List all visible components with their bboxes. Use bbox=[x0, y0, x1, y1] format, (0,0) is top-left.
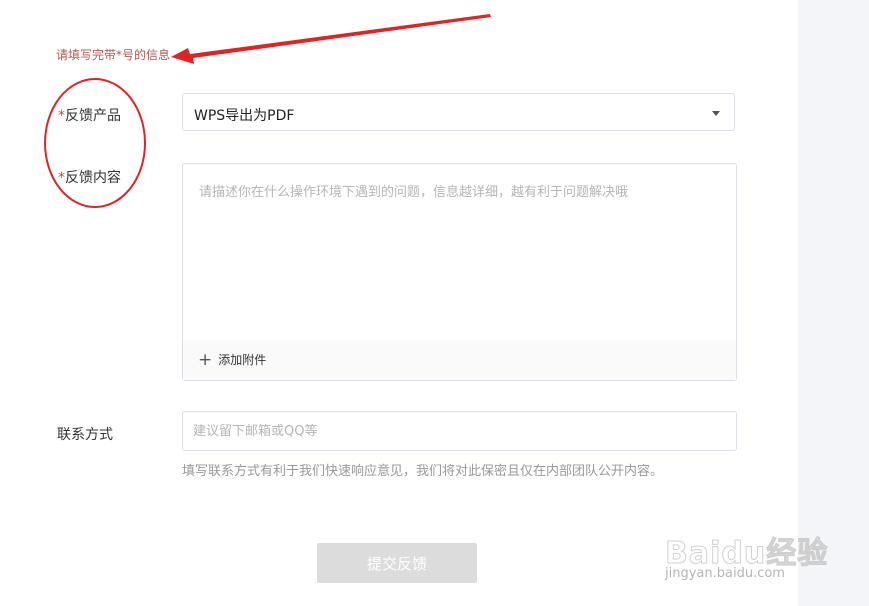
watermark-url: jingyan.baidu.com bbox=[665, 566, 785, 581]
product-select-value: WPS导出为PDF bbox=[194, 108, 295, 124]
content-label-text: 反馈内容 bbox=[65, 170, 121, 186]
submit-feedback-button[interactable]: 提交反馈 bbox=[317, 543, 477, 583]
attachment-bar: + 添加附件 bbox=[183, 340, 736, 380]
contact-input[interactable] bbox=[182, 411, 737, 451]
product-label: *反馈产品 bbox=[58, 105, 121, 125]
red-arrow-annotation bbox=[171, 14, 491, 64]
required-mark: * bbox=[58, 170, 65, 186]
product-select[interactable]: WPS导出为PDF bbox=[182, 93, 735, 131]
plus-icon: + bbox=[198, 349, 213, 370]
feedback-content-textarea[interactable] bbox=[183, 164, 736, 340]
required-mark: * bbox=[58, 108, 65, 124]
product-label-text: 反馈产品 bbox=[65, 108, 121, 124]
add-attachment-label: 添加附件 bbox=[218, 353, 267, 367]
required-hint: 请填写完带*号的信息 bbox=[56, 48, 171, 62]
content-label: *反馈内容 bbox=[58, 167, 121, 187]
right-side-panel bbox=[798, 0, 869, 606]
feedback-content-box: + 添加附件 bbox=[182, 163, 737, 381]
contact-help-text: 填写联系方式有利于我们快速响应意见，我们将对此保密且仅在内部团队公开内容。 bbox=[182, 464, 664, 479]
red-circle-annotation bbox=[44, 78, 146, 208]
contact-label: 联系方式 bbox=[57, 427, 113, 443]
add-attachment-button[interactable]: + 添加附件 bbox=[198, 351, 266, 368]
caret-down-icon bbox=[712, 111, 720, 116]
